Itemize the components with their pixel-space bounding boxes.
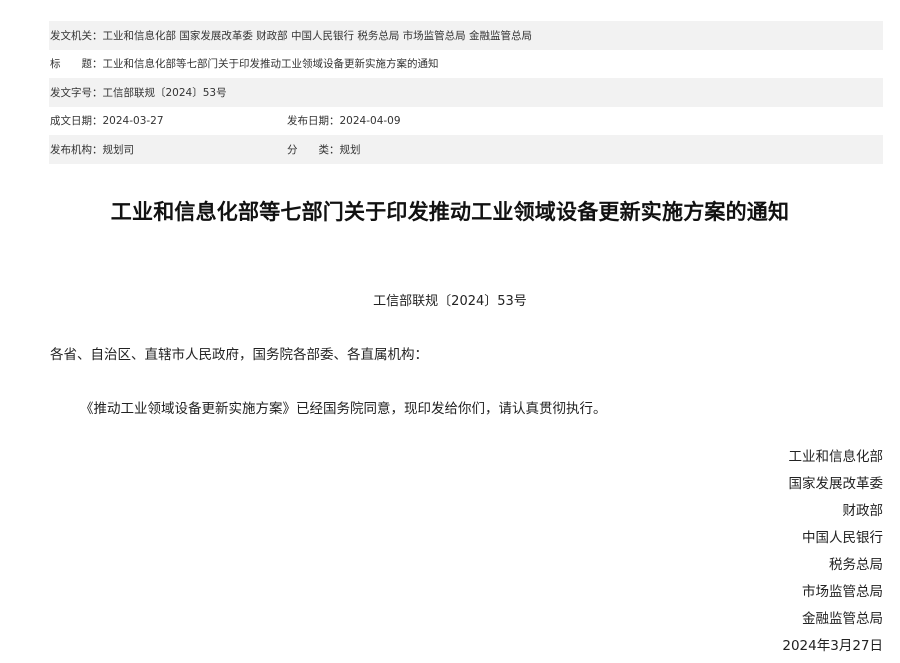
signatory-mof: 财政部: [842, 503, 884, 519]
meta-row-publisher: 发布机构： 规划司 分 类： 规划: [49, 135, 883, 164]
signatory-nfra: 金融监管总局: [802, 611, 883, 627]
category-label: 分 类：: [287, 143, 340, 156]
meta-row-dates: 成文日期： 2024-03-27 发布日期： 2024-04-09: [49, 107, 883, 136]
title-label: 标 题：: [50, 58, 103, 71]
publisher-label: 发布机构：: [50, 143, 103, 156]
document-title: 工业和信息化部等七部门关于印发推动工业领域设备更新实施方案的通知: [110, 200, 790, 224]
signatory-miit: 工业和信息化部: [788, 449, 884, 465]
title-value: 工业和信息化部等七部门关于印发推动工业领域设备更新实施方案的通知: [102, 58, 439, 71]
signatory-tax: 税务总局: [829, 557, 883, 573]
signatory-pboc: 中国人民银行: [802, 530, 883, 546]
document-metadata-table: 发文机关： 工业和信息化部 国家发展改革委 财政部 中国人民银行 税务总局 市场…: [49, 21, 883, 164]
issuer-value: 工业和信息化部 国家发展改革委 财政部 中国人民银行 税务总局 市场监管总局 金…: [102, 29, 533, 42]
signatory-ndrc: 国家发展改革委: [788, 476, 884, 492]
signatory-samr: 市场监管总局: [802, 584, 883, 600]
meta-row-doc-number: 发文字号： 工信部联规〔2024〕53号: [49, 78, 883, 107]
written-date-value: 2024-03-27: [102, 114, 164, 127]
meta-row-issuer: 发文机关： 工业和信息化部 国家发展改革委 财政部 中国人民银行 税务总局 市场…: [49, 21, 883, 50]
category-value: 规划: [339, 143, 361, 156]
publisher-value: 规划司: [102, 143, 135, 156]
document-number: 工信部联规〔2024〕53号: [373, 294, 527, 309]
publish-date-label: 发布日期：: [287, 115, 340, 128]
doc-number-value: 工信部联规〔2024〕53号: [102, 86, 227, 99]
written-date-label: 成文日期：: [50, 115, 103, 128]
body-paragraph: 《推动工业领域设备更新实施方案》已经国务院同意，现印发给你们，请认真贯彻执行。: [80, 401, 607, 417]
recipients-line: 各省、自治区、直辖市人民政府，国务院各部委、各直属机构：: [50, 347, 428, 363]
doc-number-label: 发文字号：: [50, 86, 103, 99]
document-date: 2024年3月27日: [782, 638, 883, 654]
meta-row-title: 标 题： 工业和信息化部等七部门关于印发推动工业领域设备更新实施方案的通知: [49, 50, 883, 79]
signature-block: 工业和信息化部 国家发展改革委 财政部 中国人民银行 税务总局 市场监管总局 金…: [782, 447, 883, 663]
publish-date-value: 2024-04-09: [339, 114, 401, 127]
issuer-label: 发文机关：: [50, 29, 103, 42]
